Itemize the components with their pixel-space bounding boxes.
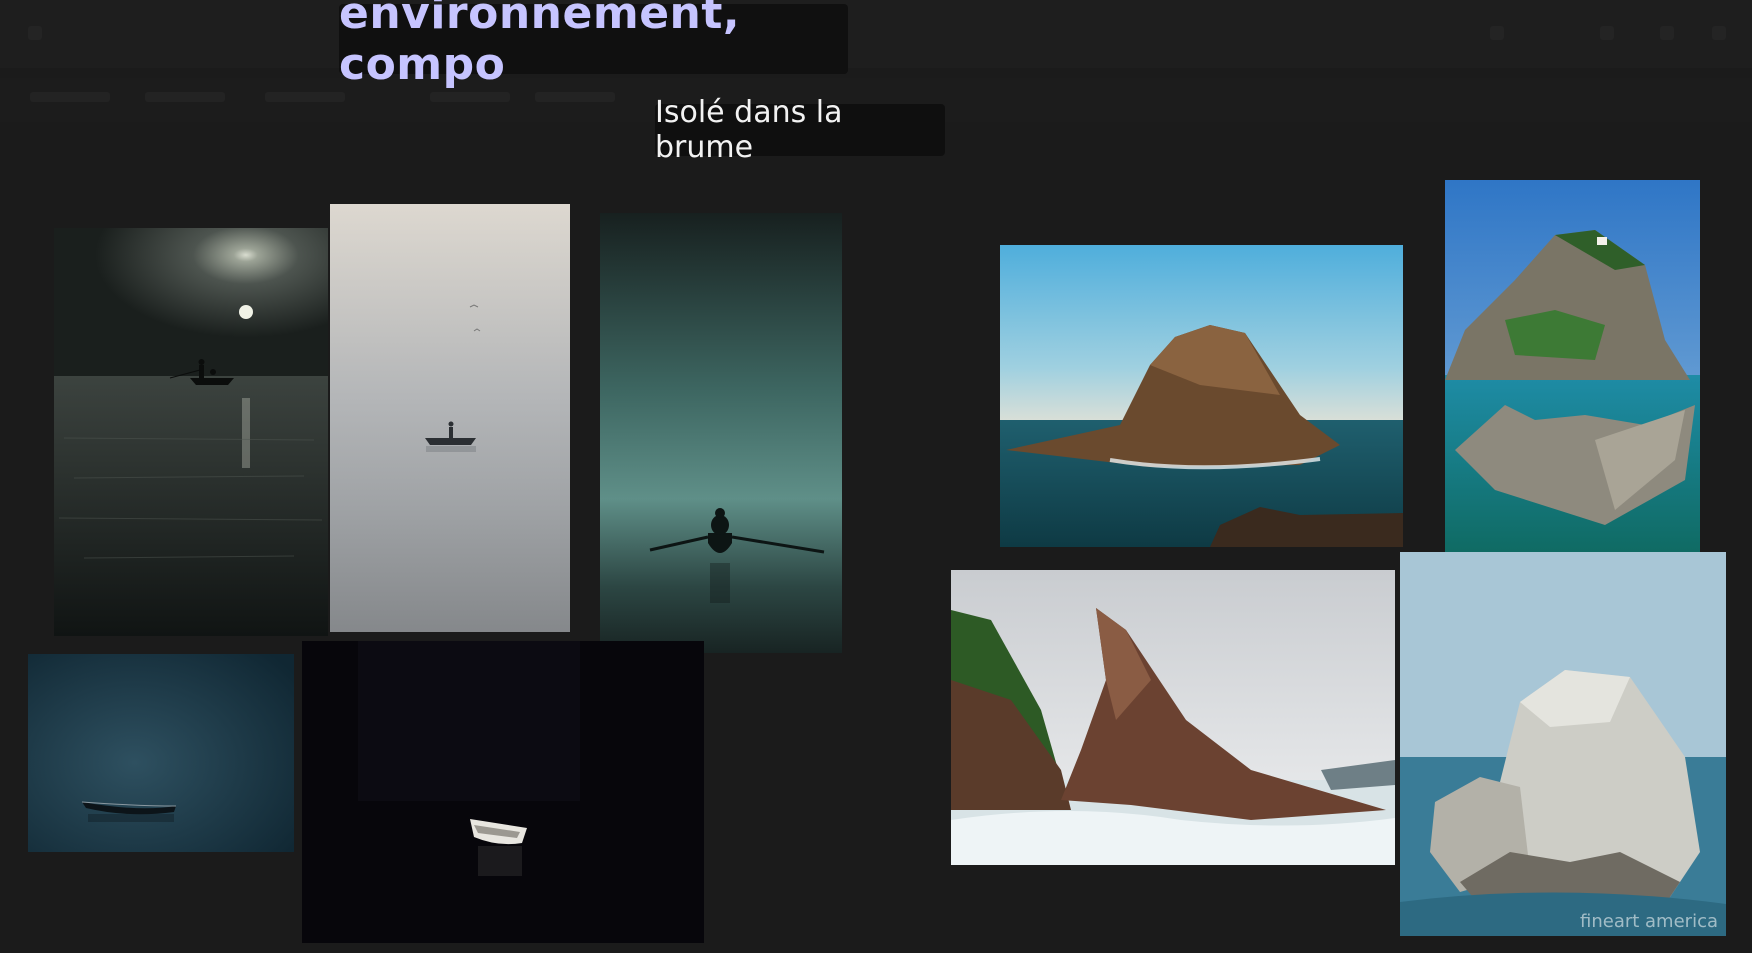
photo-watermark: fineart america [1580,911,1718,932]
board-title[interactable]: environnement, compo [339,0,848,90]
photo-rock-island-sea[interactable] [1000,245,1403,547]
photo-chapel-on-rock[interactable] [1445,180,1700,556]
toolbar-icon [1490,26,1504,40]
menu-icon [28,26,42,40]
toolbar-icon [1660,26,1674,40]
toolbar-icon [1600,26,1614,40]
photo-watermark-text: fineart america [1580,911,1718,932]
board-title-text: environnement, compo [339,0,741,90]
photo-fisherman-moonlit-mist[interactable] [54,228,328,636]
photo-rowboat-white-fog[interactable] [330,204,570,632]
photo-empty-boat-dark-water[interactable] [28,654,294,852]
board-subtitle[interactable]: Isolé dans la brume [655,95,945,165]
photo-rower-teal-fog[interactable] [600,213,842,653]
photo-white-boat-night[interactable] [302,641,704,943]
close-icon [1712,26,1726,40]
photo-white-boulder-sea[interactable]: fineart america [1400,552,1726,936]
background-toolbar [0,0,1752,68]
photo-jagged-sea-cliff[interactable] [951,570,1395,865]
board-subtitle-text: Isolé dans la brume [655,95,843,165]
